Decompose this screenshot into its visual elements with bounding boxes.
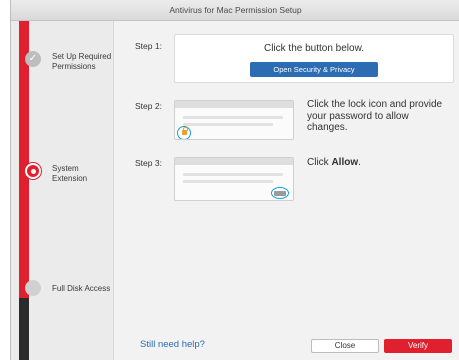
allow-highlight-ring [271,187,289,199]
illustration-line [183,180,273,183]
step-2-illustration [174,100,294,140]
progress-track-end [19,298,29,360]
step-2-text-line: your password to allow [307,110,409,122]
sidebar-item-label: Permissions [52,62,96,71]
step-done-checkmark-icon: ✓ [25,51,41,67]
allow-button-icon [274,191,286,196]
lock-icon [182,127,188,135]
illustration-line [183,123,273,126]
sidebar-item-label: System [52,164,79,173]
sidebar-item-label: Extension [52,174,88,183]
step-2-instruction: Click the lock icon and provide your pas… [307,99,442,134]
step-3-label: Step 3: [135,158,162,168]
step-3-text: Click [307,157,332,168]
step-3-instruction: Click Allow. [307,157,361,169]
close-button[interactable]: Close [311,339,379,353]
step-pending-dot-icon [25,280,41,296]
still-need-help-link[interactable]: Still need help? [140,339,205,350]
step-active-dot-icon [25,163,41,179]
step-3-text-suffix: . [358,157,361,168]
lock-highlight-ring [177,126,191,139]
illustration-titlebar [175,158,293,165]
illustration-titlebar [175,101,293,108]
verify-button[interactable]: Verify [384,339,452,353]
step-3-illustration [174,157,294,201]
step-2-label: Step 2: [135,101,162,111]
main-content: Step 1: Click the button below. Open Sec… [115,21,459,360]
permission-setup-window: Antivirus for Mac Permission Setup ✓ Set… [10,0,459,360]
step-1-card: Click the button below. Open Security & … [174,34,454,83]
sidebar-item-system-extension: System Extension [52,164,87,184]
sidebar-item-permissions: Set Up Required Permissions [52,52,111,72]
sidebar-item-label: Full Disk Access [52,284,111,293]
step-1-instruction: Click the button below. [263,43,365,54]
window-title: Antivirus for Mac Permission Setup [11,0,459,21]
step-2-text-line: Click the lock icon and provide [307,99,443,110]
step-2-text-line: changes. [307,122,348,133]
step-3-allow-word: Allow [331,157,359,168]
sidebar-item-full-disk-access: Full Disk Access [52,284,110,294]
open-security-privacy-button[interactable]: Open Security & Privacy [250,62,378,77]
sidebar-item-label: Set Up Required [52,52,112,61]
illustration-line [183,116,283,119]
illustration-line [183,173,283,176]
step-1-label: Step 1: [135,41,162,51]
